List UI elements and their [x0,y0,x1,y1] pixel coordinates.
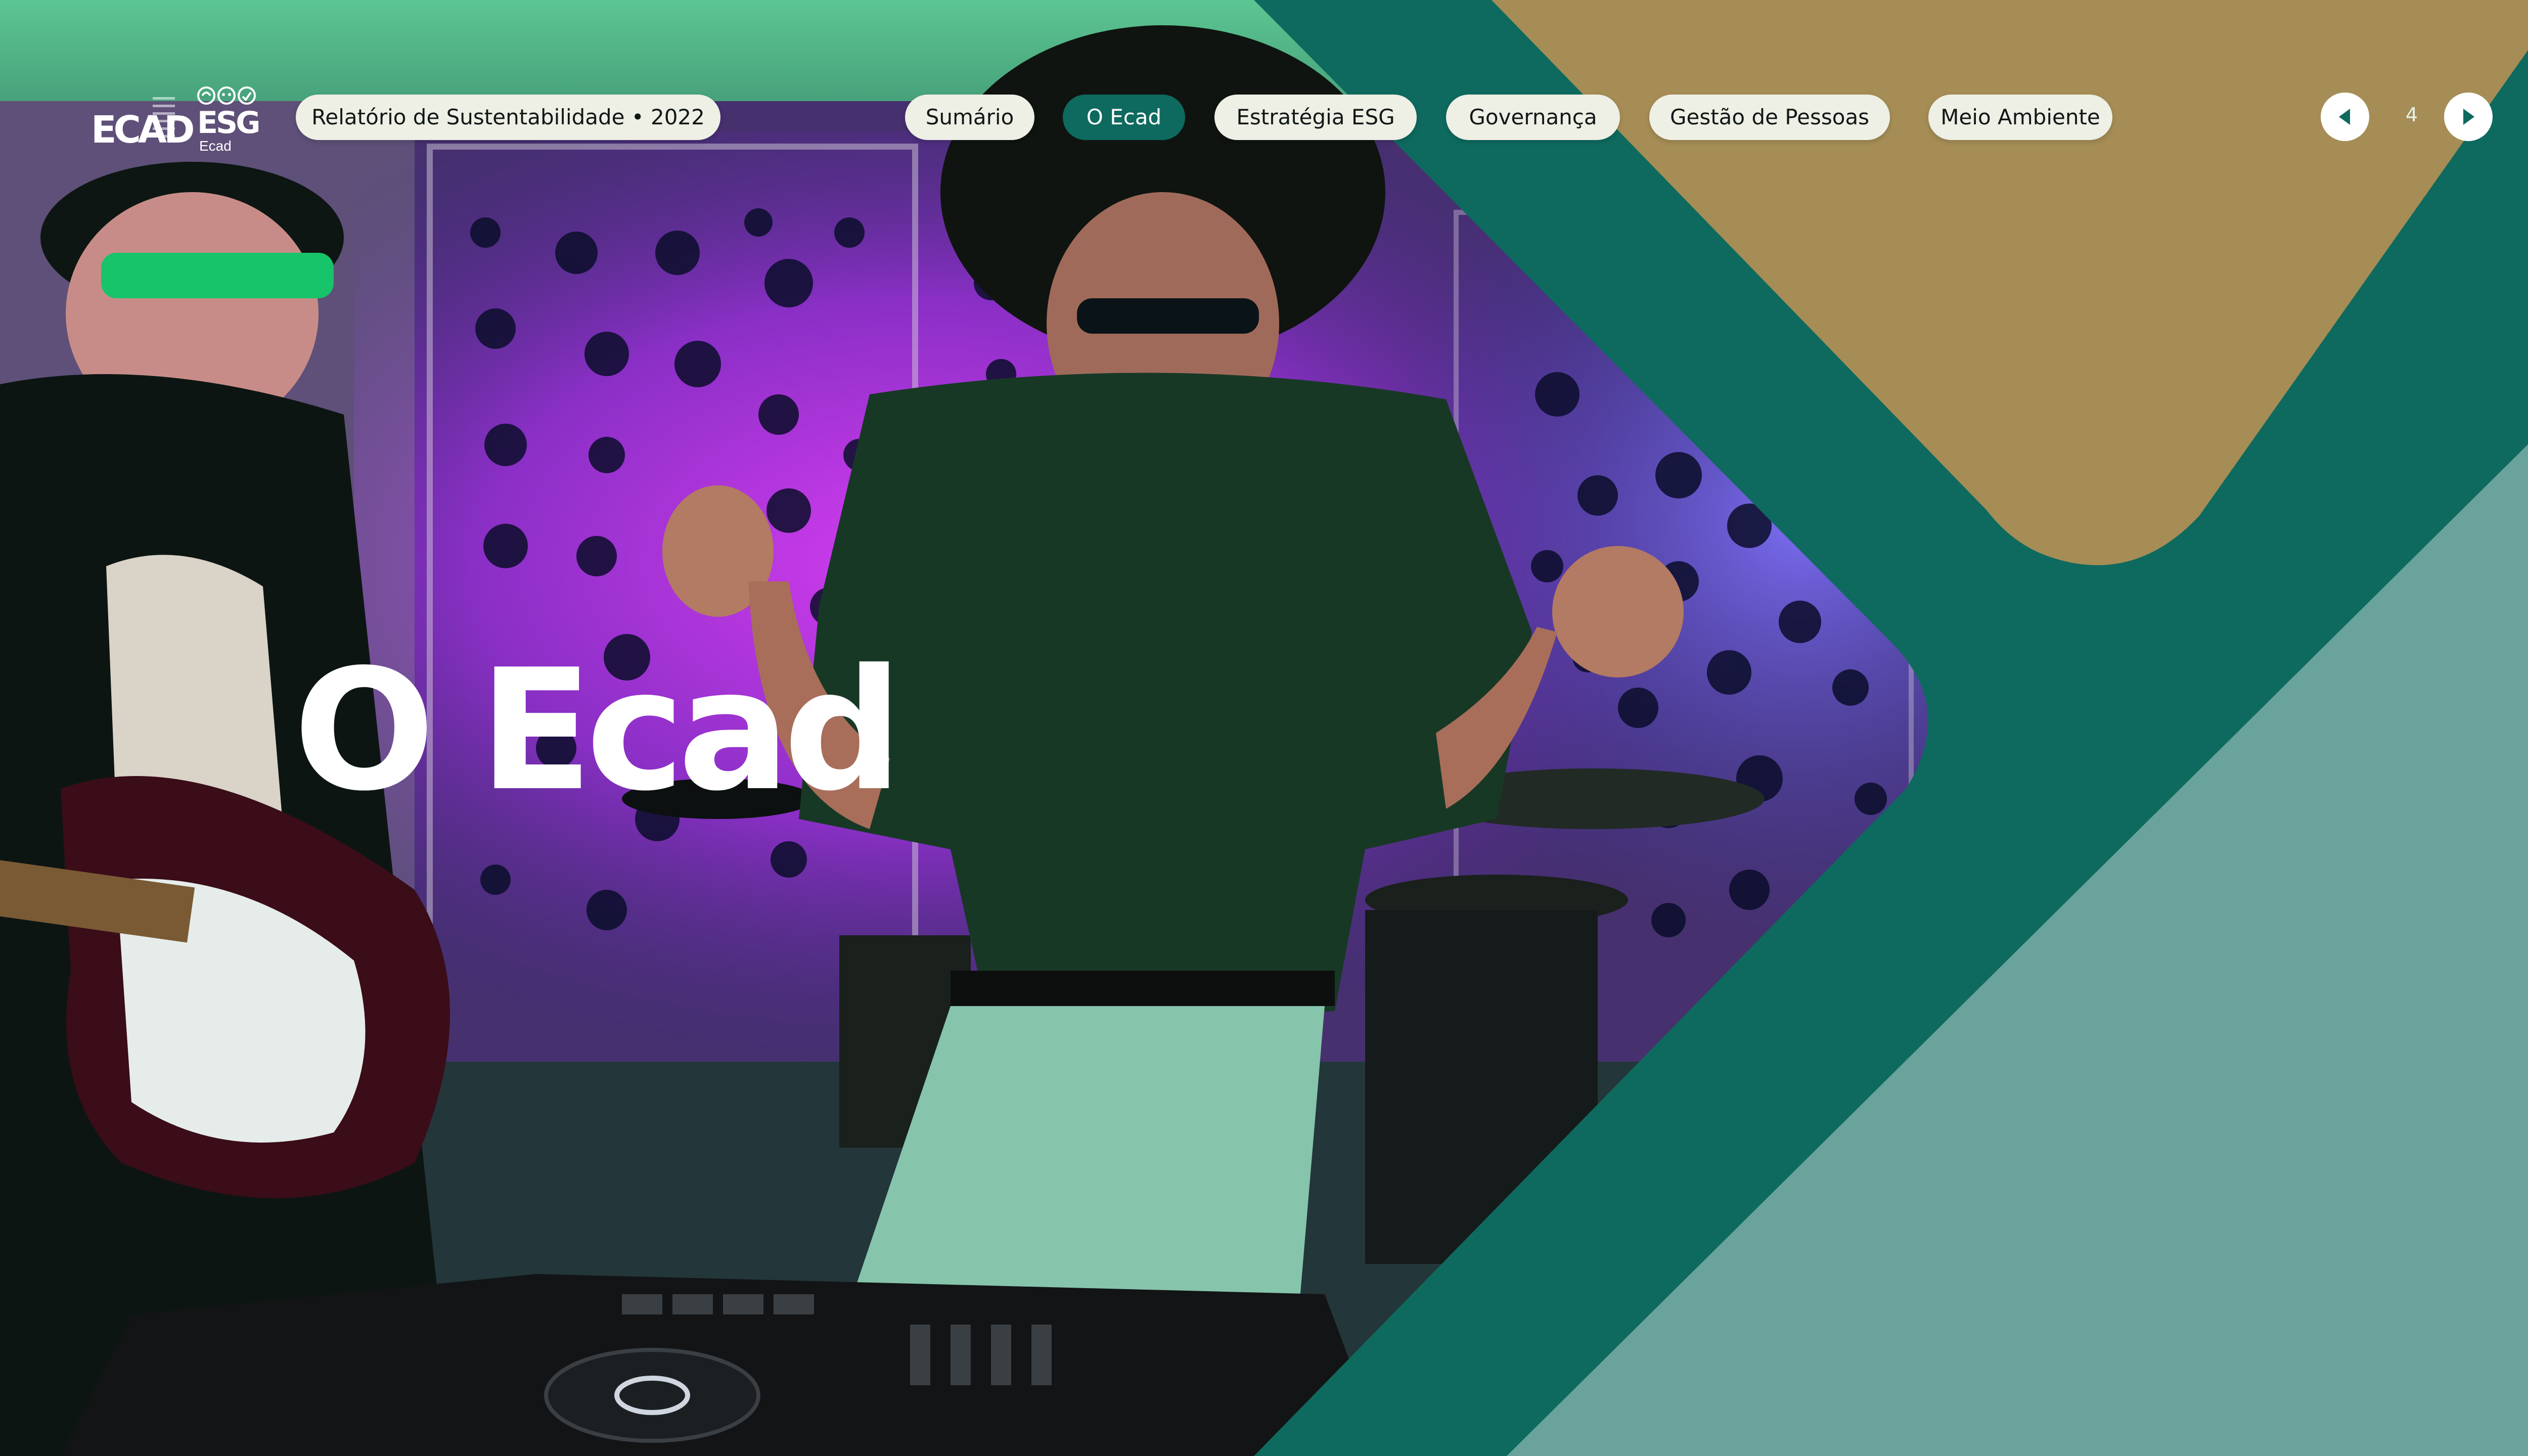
nav-item-gestao-de-pessoas[interactable]: Gestão de Pessoas [1649,95,1890,140]
next-arrow-icon [2463,109,2474,125]
hero-title: O Ecad [293,633,902,828]
slide: ECAD ESG Ecad Relatório de Sustentabilid… [0,0,2528,1456]
esg-logo-title: ESG [197,105,260,141]
nav-item-label: Sumário [925,105,1014,129]
page-number: 4 [2405,104,2418,126]
nav-item-o-ecad[interactable]: O Ecad [1063,95,1185,140]
nav-item-label: Meio Ambiente [1940,105,2100,129]
report-label: Relatório de Sustentabilidade • 2022 [311,105,705,129]
top-header: ECAD ESG Ecad Relatório de Sustentabilid… [0,0,2528,233]
esg-logo[interactable]: ESG Ecad [197,83,263,154]
nav-item-estrategia-esg[interactable]: Estratégia ESG [1214,95,1417,140]
nav-item-label: Gestão de Pessoas [1669,105,1870,129]
ecad-logo[interactable]: ECAD [91,86,195,162]
report-label-pill[interactable]: Relatório de Sustentabilidade • 2022 [296,95,720,140]
ecad-logo-tagline [153,97,183,143]
nav-item-label: Governança [1469,105,1597,129]
nav-item-governanca[interactable]: Governança [1446,95,1620,140]
nav-item-label: Estratégia ESG [1236,105,1395,129]
esg-logo-subtitle: Ecad [199,138,232,154]
nav-item-label: O Ecad [1086,105,1162,129]
prev-page-button[interactable] [2321,93,2369,141]
nav-item-meio-ambiente[interactable]: Meio Ambiente [1928,95,2112,140]
nav-item-sumario[interactable]: Sumário [905,95,1034,140]
next-page-button[interactable] [2444,93,2493,141]
prev-arrow-icon [2339,109,2350,125]
pager: 4 [2321,93,2503,143]
